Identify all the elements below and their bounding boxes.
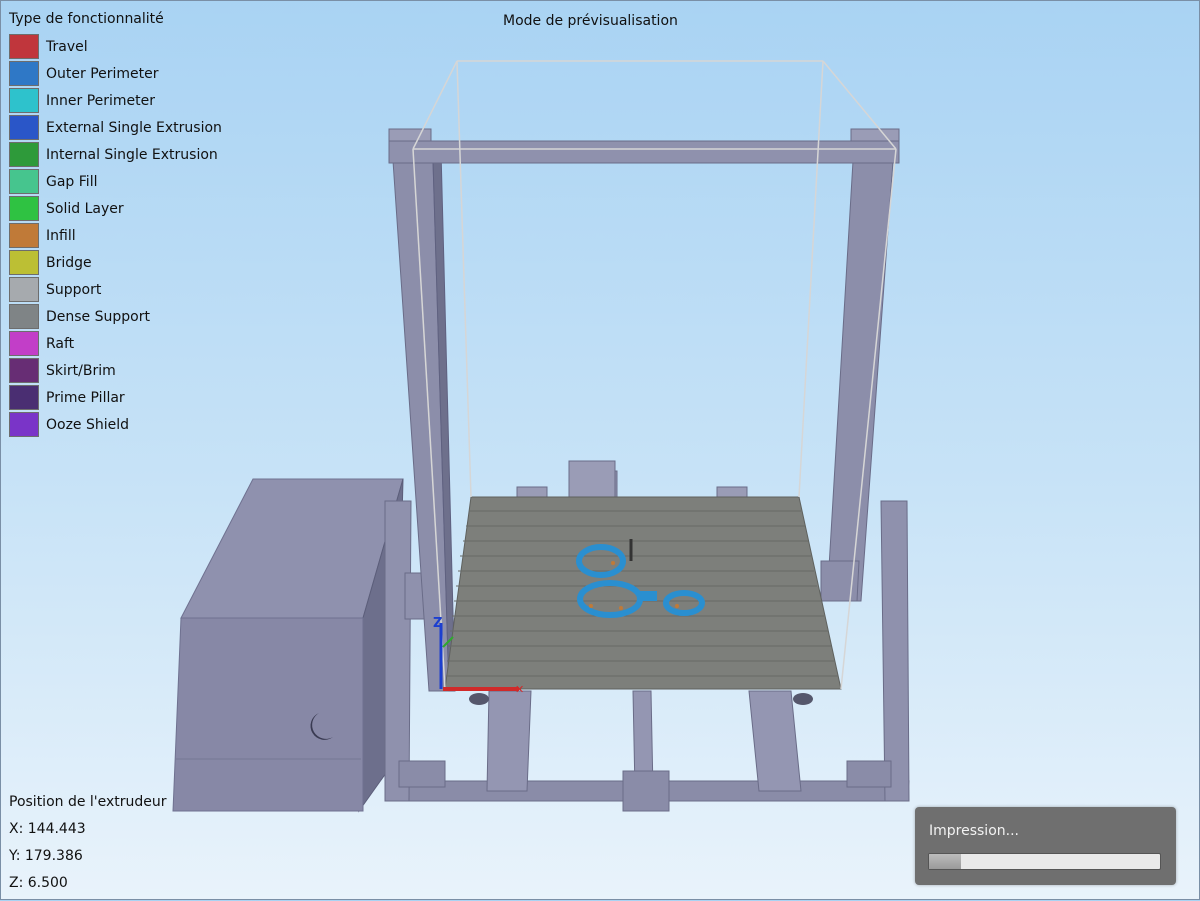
extruder-z-value: Z: 6.500 bbox=[9, 875, 68, 891]
legend-item-travel: Travel bbox=[9, 33, 222, 60]
legend-item-solid-layer: Solid Layer bbox=[9, 195, 222, 222]
legend-label: Support bbox=[46, 281, 102, 298]
svg-text:✕: ✕ bbox=[515, 683, 524, 696]
legend-item-gap-fill: Gap Fill bbox=[9, 168, 222, 195]
feature-type-legend: Type de fonctionnalité Travel Outer Peri… bbox=[9, 11, 222, 438]
ooze-shield-swatch bbox=[9, 412, 39, 437]
prime-pillar-swatch bbox=[9, 385, 39, 410]
extruder-position-readout: Position de l'extrudeur X: 144.443 Y: 17… bbox=[9, 789, 167, 897]
legend-item-inner-perimeter: Inner Perimeter bbox=[9, 87, 222, 114]
external-single-extrusion-swatch bbox=[9, 115, 39, 140]
progress-bar bbox=[928, 853, 1161, 870]
legend-item-ooze-shield: Ooze Shield bbox=[9, 411, 222, 438]
travel-swatch bbox=[9, 34, 39, 59]
power-supply-box bbox=[172, 478, 404, 813]
raft-swatch bbox=[9, 331, 39, 356]
legend-label: Outer Perimeter bbox=[46, 65, 159, 82]
legend-list: Travel Outer Perimeter Inner Perimeter E… bbox=[9, 33, 222, 438]
legend-item-outer-perimeter: Outer Perimeter bbox=[9, 60, 222, 87]
outer-perimeter-swatch bbox=[9, 61, 39, 86]
legend-item-dense-support: Dense Support bbox=[9, 303, 222, 330]
bridge-swatch bbox=[9, 250, 39, 275]
legend-label: Infill bbox=[46, 227, 76, 244]
legend-item-internal-single-extrusion: Internal Single Extrusion bbox=[9, 141, 222, 168]
legend-item-infill: Infill bbox=[9, 222, 222, 249]
support-swatch bbox=[9, 277, 39, 302]
legend-item-external-single-extrusion: External Single Extrusion bbox=[9, 114, 222, 141]
legend-label: Prime Pillar bbox=[46, 389, 125, 406]
legend-label: Inner Perimeter bbox=[46, 92, 156, 109]
legend-item-support: Support bbox=[9, 276, 222, 303]
gap-fill-swatch bbox=[9, 169, 39, 194]
legend-item-prime-pillar: Prime Pillar bbox=[9, 384, 222, 411]
print-progress-panel: Impression... bbox=[915, 807, 1176, 885]
progress-label: Impression... bbox=[929, 823, 1019, 839]
legend-label: External Single Extrusion bbox=[46, 119, 222, 136]
legend-label: Bridge bbox=[46, 254, 92, 271]
extruder-position-title: Position de l'extrudeur bbox=[9, 794, 167, 810]
legend-label: Skirt/Brim bbox=[46, 362, 116, 379]
legend-label: Solid Layer bbox=[46, 200, 124, 217]
dense-support-swatch bbox=[9, 304, 39, 329]
legend-label: Internal Single Extrusion bbox=[46, 146, 218, 163]
legend-label: Dense Support bbox=[46, 308, 150, 325]
progress-bar-fill bbox=[929, 854, 962, 869]
legend-label: Travel bbox=[46, 38, 88, 55]
preview-viewport[interactable]: ✕ Z Type de fonctionnalité Travel Outer … bbox=[0, 0, 1200, 900]
legend-item-raft: Raft bbox=[9, 330, 222, 357]
infill-swatch bbox=[9, 223, 39, 248]
legend-label: Ooze Shield bbox=[46, 416, 130, 433]
internal-single-extrusion-swatch bbox=[9, 142, 39, 167]
z-axis-label: Z bbox=[433, 616, 442, 631]
solid-layer-swatch bbox=[9, 196, 39, 221]
inner-perimeter-swatch bbox=[9, 88, 39, 113]
legend-label: Gap Fill bbox=[46, 173, 98, 190]
skirt-brim-swatch bbox=[9, 358, 39, 383]
extruder-x-value: X: 144.443 bbox=[9, 821, 86, 837]
legend-item-bridge: Bridge bbox=[9, 249, 222, 276]
extruder-y-value: Y: 179.386 bbox=[9, 848, 83, 864]
legend-item-skirt-brim: Skirt/Brim bbox=[9, 357, 222, 384]
preview-mode-title: Mode de prévisualisation bbox=[503, 13, 678, 29]
legend-label: Raft bbox=[46, 335, 75, 352]
legend-title: Type de fonctionnalité bbox=[9, 11, 164, 27]
